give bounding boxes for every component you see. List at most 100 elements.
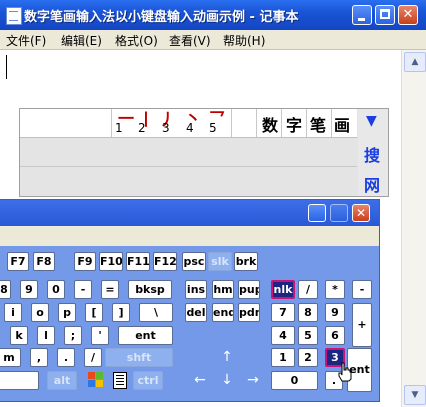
key-slash[interactable]: /: [84, 348, 102, 367]
key-numpad-2[interactable]: 2: [298, 348, 318, 367]
key-m[interactable]: m: [0, 348, 21, 367]
menu-file[interactable]: 文件(F): [6, 32, 46, 49]
key-f7[interactable]: F7: [7, 252, 29, 271]
key-close-bracket[interactable]: ]: [112, 303, 130, 322]
context-menu-key-icon[interactable]: [113, 372, 127, 389]
keyboard-title-bar: ✕: [0, 200, 379, 226]
close-button[interactable]: ✕: [398, 5, 418, 25]
stroke-number: 1: [115, 121, 123, 135]
close-icon: ✕: [402, 7, 414, 22]
dropdown-arrow-icon[interactable]: ▼: [366, 113, 377, 129]
divider: [306, 109, 307, 137]
keyboard-close-button[interactable]: ✕: [352, 204, 370, 222]
keyboard-minimize-button[interactable]: [308, 204, 326, 222]
divider: [281, 109, 282, 137]
scroll-up-button[interactable]: ▲: [404, 52, 426, 72]
key-f11[interactable]: F11: [126, 252, 150, 271]
key-f8[interactable]: F8: [33, 252, 55, 271]
divider: [231, 109, 232, 137]
maximize-button[interactable]: [375, 5, 395, 25]
ime-title-char: 笔: [310, 116, 327, 135]
ime-net-button[interactable]: 网: [364, 172, 380, 196]
minimize-icon: [353, 6, 371, 24]
key-o[interactable]: o: [31, 303, 49, 322]
key-l[interactable]: l: [37, 326, 55, 345]
key-space[interactable]: [0, 371, 39, 390]
key-alt[interactable]: alt: [47, 371, 77, 390]
key-numpad-multiply[interactable]: *: [325, 280, 345, 299]
key-pagedown[interactable]: pdn: [238, 303, 260, 322]
ime-search-button[interactable]: 搜: [364, 142, 380, 166]
key-k[interactable]: k: [10, 326, 28, 345]
arrow-up-key[interactable]: ↑: [218, 348, 236, 367]
key-backspace[interactable]: bksp: [128, 280, 172, 299]
arrow-down-key[interactable]: ↓: [218, 371, 236, 390]
key-minus[interactable]: -: [74, 280, 92, 299]
key-numpad-6[interactable]: 6: [325, 326, 345, 345]
text-caret: [6, 55, 7, 79]
arrow-right-key[interactable]: →: [244, 371, 262, 390]
key-numpad-7[interactable]: 7: [271, 303, 295, 322]
key-numlock[interactable]: nlk: [271, 280, 295, 299]
key-numpad-0[interactable]: 0: [271, 371, 318, 390]
keyboard-menu-strip: [0, 226, 379, 246]
key-quote[interactable]: ': [91, 326, 109, 345]
key-numpad-5[interactable]: 5: [298, 326, 318, 345]
key-period[interactable]: .: [57, 348, 75, 367]
menu-view[interactable]: 查看(V): [169, 32, 211, 49]
ime-title-char: 画: [334, 116, 351, 135]
ime-title-char: 数: [262, 116, 279, 135]
key-f9[interactable]: F9: [74, 252, 96, 271]
key-right-shift[interactable]: shft: [105, 348, 173, 367]
key-comma[interactable]: ,: [30, 348, 48, 367]
key-slk[interactable]: slk: [208, 252, 232, 271]
hand-cursor-icon: [338, 362, 352, 382]
menu-format[interactable]: 格式(O): [115, 32, 158, 49]
ime-title-char: 字: [286, 116, 303, 135]
key-numpad-4[interactable]: 4: [271, 326, 295, 345]
key-numpad-minus[interactable]: -: [352, 280, 372, 299]
stroke-number: 2: [138, 121, 146, 135]
key-brk[interactable]: brk: [234, 252, 258, 271]
key-numpad-1[interactable]: 1: [271, 348, 295, 367]
key-f10[interactable]: F10: [99, 252, 123, 271]
stroke-number: 3: [162, 121, 170, 135]
key-end[interactable]: end: [212, 303, 234, 322]
vertical-scrollbar[interactable]: ▲ ▼: [401, 50, 426, 407]
key-numpad-plus[interactable]: +: [352, 303, 372, 347]
menu-help[interactable]: 帮助(H): [223, 32, 265, 49]
key-enter[interactable]: ent: [118, 326, 173, 345]
key-psc[interactable]: psc: [182, 252, 206, 271]
menu-edit[interactable]: 编辑(E): [61, 32, 102, 49]
notepad-icon: [6, 7, 22, 25]
stroke-number: 4: [186, 121, 194, 135]
maximize-icon: [376, 6, 394, 24]
key-equals[interactable]: =: [101, 280, 119, 299]
ime-panel: 一 1 丨 2 丿 3 丶 4 乛 5 数 字 笔 画 ▼ 搜 网: [19, 108, 389, 197]
arrow-left-key[interactable]: ←: [191, 371, 209, 390]
key-p[interactable]: p: [58, 303, 76, 322]
key-backslash[interactable]: \: [139, 303, 173, 322]
key-ctrl[interactable]: ctrl: [133, 371, 163, 390]
key-i[interactable]: i: [4, 303, 22, 322]
key-delete[interactable]: del: [185, 303, 207, 322]
key-0[interactable]: 0: [47, 280, 65, 299]
key-open-bracket[interactable]: [: [85, 303, 103, 322]
key-9[interactable]: 9: [20, 280, 38, 299]
key-numpad-8[interactable]: 8: [298, 303, 318, 322]
scroll-down-button[interactable]: ▼: [404, 385, 426, 405]
key-semicolon[interactable]: ;: [64, 326, 82, 345]
stroke-number: 5: [209, 121, 217, 135]
key-numpad-9[interactable]: 9: [325, 303, 345, 322]
windows-logo-icon[interactable]: [88, 372, 104, 388]
key-insert[interactable]: ins: [185, 280, 207, 299]
key-f12[interactable]: F12: [153, 252, 177, 271]
title-bar: 数字笔画输入法以小键盘输入动画示例 - 记事本 ✕: [0, 0, 426, 30]
divider: [256, 109, 257, 137]
key-pageup[interactable]: pup: [238, 280, 260, 299]
key-8[interactable]: 8: [0, 280, 11, 299]
minimize-button[interactable]: [352, 5, 372, 25]
key-home[interactable]: hm: [212, 280, 234, 299]
ime-candidate-row: [20, 138, 357, 167]
key-numpad-divide[interactable]: /: [298, 280, 318, 299]
